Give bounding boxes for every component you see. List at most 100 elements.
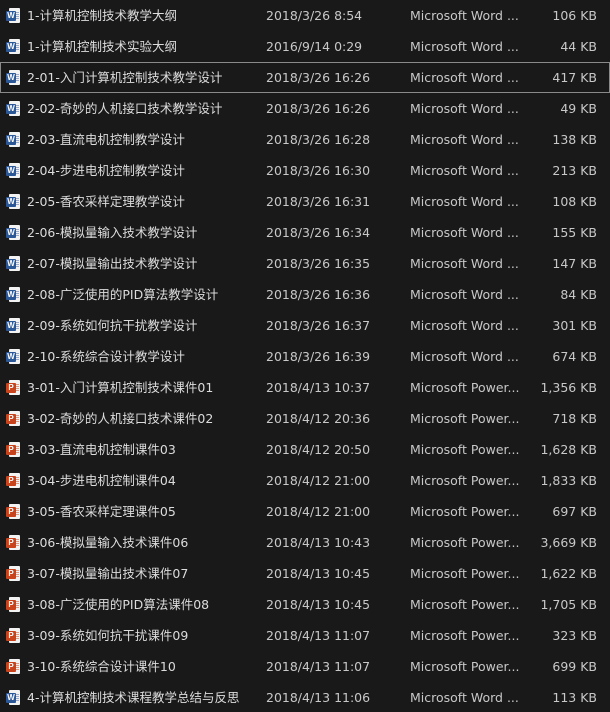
file-date-modified: 2018/4/12 20:50 <box>266 442 371 457</box>
file-type: Microsoft Word ... <box>410 349 519 364</box>
file-size: 113 KB <box>552 690 597 705</box>
file-row[interactable]: W 2-08-广泛使用的PID算法教学设计 2018/3/26 16:36 Mi… <box>0 279 610 310</box>
file-row[interactable]: W 2-09-系统如何抗干扰教学设计 2018/3/26 16:37 Micro… <box>0 310 610 341</box>
file-name: 2-03-直流电机控制教学设计 <box>27 132 185 147</box>
file-size: 1,622 KB <box>540 566 597 581</box>
file-date-modified: 2018/3/26 8:54 <box>266 8 363 23</box>
file-name: 3-08-广泛使用的PID算法课件08 <box>27 597 210 612</box>
file-row[interactable]: P 3-03-直流电机控制课件03 2018/4/12 20:50 Micros… <box>0 434 610 465</box>
file-size: 106 KB <box>552 8 597 23</box>
file-type: Microsoft Power... <box>410 535 520 550</box>
file-row[interactable]: W 2-07-模拟量输出技术教学设计 2018/3/26 16:35 Micro… <box>0 248 610 279</box>
file-type: Microsoft Word ... <box>410 194 519 209</box>
file-list: W 1-计算机控制技术教学大纲 2018/3/26 8:54 Microsoft… <box>0 0 610 712</box>
file-date-modified: 2018/4/13 11:06 <box>266 690 371 705</box>
file-size: 301 KB <box>552 318 597 333</box>
word-doc-icon: W <box>6 318 21 333</box>
file-name: 3-10-系统综合设计课件10 <box>27 659 176 674</box>
file-type: Microsoft Power... <box>410 628 520 643</box>
file-name: 2-07-模拟量输出技术教学设计 <box>27 256 198 271</box>
file-size: 417 KB <box>552 70 597 85</box>
file-row[interactable]: P 3-10-系统综合设计课件10 2018/4/13 11:07 Micros… <box>0 651 610 682</box>
file-type: Microsoft Word ... <box>410 163 519 178</box>
file-size: 213 KB <box>552 163 597 178</box>
file-type: Microsoft Word ... <box>410 690 519 705</box>
file-name: 3-06-模拟量输入技术课件06 <box>27 535 189 550</box>
file-name: 1-计算机控制技术教学大纲 <box>27 8 177 23</box>
file-row[interactable]: W 2-05-香农采样定理教学设计 2018/3/26 16:31 Micros… <box>0 186 610 217</box>
file-size: 44 KB <box>560 39 597 54</box>
file-name: 3-01-入门计算机控制技术课件01 <box>27 380 214 395</box>
file-row[interactable]: P 3-08-广泛使用的PID算法课件08 2018/4/13 10:45 Mi… <box>0 589 610 620</box>
file-date-modified: 2018/4/13 11:07 <box>266 659 371 674</box>
file-row[interactable]: W 1-计算机控制技术教学大纲 2018/3/26 8:54 Microsoft… <box>0 0 610 31</box>
file-type: Microsoft Word ... <box>410 39 519 54</box>
file-row[interactable]: P 3-06-模拟量输入技术课件06 2018/4/13 10:43 Micro… <box>0 527 610 558</box>
file-size: 49 KB <box>560 101 597 116</box>
file-name: 3-02-奇妙的人机接口技术课件02 <box>27 411 214 426</box>
file-name: 3-07-模拟量输出技术课件07 <box>27 566 189 581</box>
file-type: Microsoft Power... <box>410 597 520 612</box>
word-doc-icon: W <box>6 690 21 705</box>
file-row[interactable]: P 3-04-步进电机控制课件04 2018/4/12 21:00 Micros… <box>0 465 610 496</box>
file-row[interactable]: P 3-05-香农采样定理课件05 2018/4/12 21:00 Micros… <box>0 496 610 527</box>
file-type: Microsoft Power... <box>410 380 520 395</box>
file-size: 1,833 KB <box>540 473 597 488</box>
file-date-modified: 2018/4/13 10:37 <box>266 380 371 395</box>
powerpoint-doc-icon: P <box>6 411 21 426</box>
file-date-modified: 2018/4/12 20:36 <box>266 411 371 426</box>
file-name: 2-06-模拟量输入技术教学设计 <box>27 225 198 240</box>
file-row[interactable]: P 3-02-奇妙的人机接口技术课件02 2018/4/12 20:36 Mic… <box>0 403 610 434</box>
word-doc-icon: W <box>6 225 21 240</box>
file-row[interactable]: W 1-计算机控制技术实验大纲 2016/9/14 0:29 Microsoft… <box>0 31 610 62</box>
file-size: 674 KB <box>552 349 597 364</box>
file-date-modified: 2018/4/13 10:43 <box>266 535 371 550</box>
file-name: 3-03-直流电机控制课件03 <box>27 442 176 457</box>
file-row[interactable]: W 2-03-直流电机控制教学设计 2018/3/26 16:28 Micros… <box>0 124 610 155</box>
file-row[interactable]: W 2-01-入门计算机控制技术教学设计 2018/3/26 16:26 Mic… <box>0 62 610 93</box>
file-type: Microsoft Word ... <box>410 225 519 240</box>
file-name: 1-计算机控制技术实验大纲 <box>27 39 177 54</box>
file-size: 3,669 KB <box>540 535 597 550</box>
file-date-modified: 2018/3/26 16:26 <box>266 101 371 116</box>
file-size: 699 KB <box>552 659 597 674</box>
file-row[interactable]: P 3-07-模拟量输出技术课件07 2018/4/13 10:45 Micro… <box>0 558 610 589</box>
file-type: Microsoft Word ... <box>410 287 519 302</box>
file-row[interactable]: W 2-04-步进电机控制教学设计 2018/3/26 16:30 Micros… <box>0 155 610 186</box>
file-size: 84 KB <box>560 287 597 302</box>
file-date-modified: 2018/3/26 16:34 <box>266 225 371 240</box>
file-size: 147 KB <box>552 256 597 271</box>
word-doc-icon: W <box>6 132 21 147</box>
file-size: 1,356 KB <box>540 380 597 395</box>
file-date-modified: 2018/3/26 16:31 <box>266 194 371 209</box>
powerpoint-doc-icon: P <box>6 380 21 395</box>
file-type: Microsoft Word ... <box>410 132 519 147</box>
file-name: 2-01-入门计算机控制技术教学设计 <box>27 70 223 85</box>
file-size: 155 KB <box>552 225 597 240</box>
powerpoint-doc-icon: P <box>6 597 21 612</box>
file-date-modified: 2018/3/26 16:37 <box>266 318 371 333</box>
file-row[interactable]: P 3-09-系统如何抗干扰课件09 2018/4/13 11:07 Micro… <box>0 620 610 651</box>
file-row[interactable]: W 4-计算机控制技术课程教学总结与反思 2018/4/13 11:06 Mic… <box>0 682 610 712</box>
word-doc-icon: W <box>6 194 21 209</box>
file-type: Microsoft Power... <box>410 473 520 488</box>
file-row[interactable]: W 2-02-奇妙的人机接口技术教学设计 2018/3/26 16:26 Mic… <box>0 93 610 124</box>
file-type: Microsoft Power... <box>410 442 520 457</box>
word-doc-icon: W <box>6 70 21 85</box>
file-date-modified: 2018/4/12 21:00 <box>266 504 371 519</box>
word-doc-icon: W <box>6 349 21 364</box>
file-name: 3-04-步进电机控制课件04 <box>27 473 176 488</box>
file-date-modified: 2018/4/13 10:45 <box>266 597 371 612</box>
file-row[interactable]: W 2-10-系统综合设计教学设计 2018/3/26 16:39 Micros… <box>0 341 610 372</box>
file-size: 323 KB <box>552 628 597 643</box>
file-type: Microsoft Word ... <box>410 318 519 333</box>
file-date-modified: 2018/3/26 16:30 <box>266 163 371 178</box>
file-row[interactable]: W 2-06-模拟量输入技术教学设计 2018/3/26 16:34 Micro… <box>0 217 610 248</box>
file-row[interactable]: P 3-01-入门计算机控制技术课件01 2018/4/13 10:37 Mic… <box>0 372 610 403</box>
file-type: Microsoft Word ... <box>410 256 519 271</box>
powerpoint-doc-icon: P <box>6 504 21 519</box>
file-type: Microsoft Word ... <box>410 70 519 85</box>
powerpoint-doc-icon: P <box>6 442 21 457</box>
file-name: 4-计算机控制技术课程教学总结与反思 <box>27 690 240 705</box>
file-type: Microsoft Word ... <box>410 8 519 23</box>
